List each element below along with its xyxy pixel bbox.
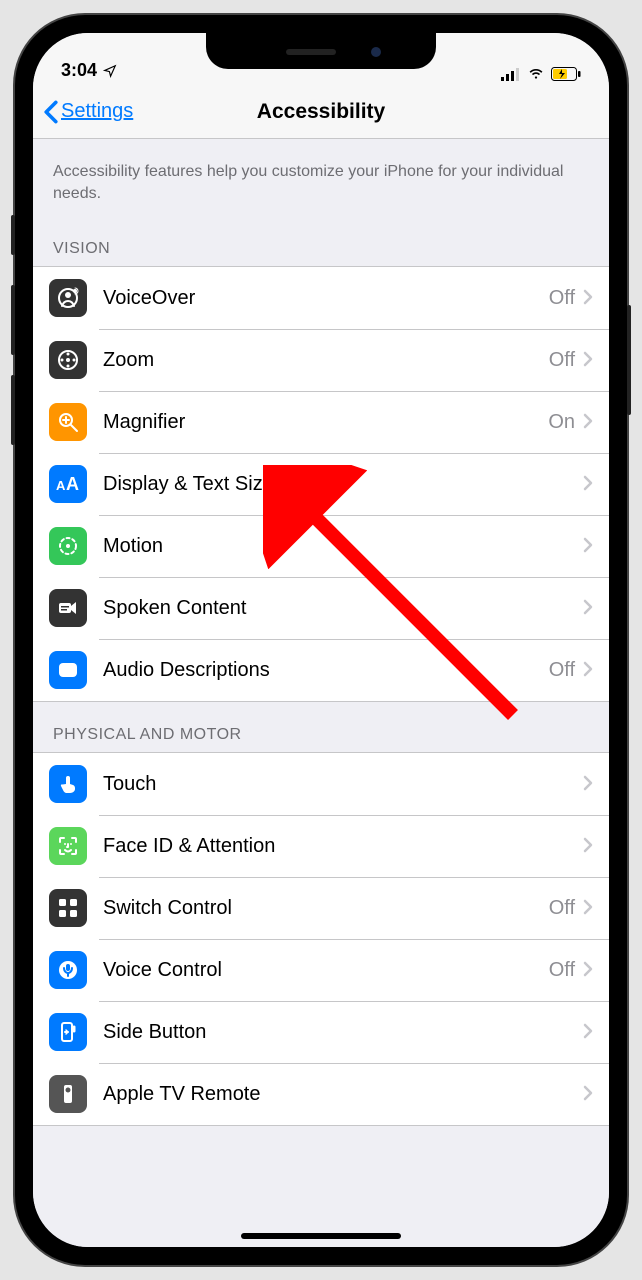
row-status: Off bbox=[549, 659, 575, 682]
row-label: Magnifier bbox=[103, 411, 548, 434]
notch bbox=[206, 33, 436, 69]
settings-row[interactable]: MagnifierOn bbox=[33, 391, 609, 453]
section-header: VISION bbox=[33, 216, 609, 266]
settings-row[interactable]: 99 Audio DescriptionsOff bbox=[33, 639, 609, 701]
chevron-right-icon bbox=[583, 470, 593, 498]
chevron-right-icon bbox=[583, 284, 593, 312]
svg-text:A: A bbox=[56, 478, 66, 493]
svg-text:99: 99 bbox=[62, 666, 72, 676]
chevron-right-icon bbox=[583, 894, 593, 922]
row-status: Off bbox=[549, 897, 575, 920]
settings-row[interactable]: Spoken Content bbox=[33, 577, 609, 639]
nav-bar: Settings Accessibility bbox=[33, 85, 609, 139]
row-label: VoiceOver bbox=[103, 287, 549, 310]
chevron-right-icon bbox=[583, 956, 593, 984]
switch-control-icon bbox=[49, 889, 87, 927]
motion-icon bbox=[49, 527, 87, 565]
tv-remote-icon bbox=[49, 1075, 87, 1113]
row-status: On bbox=[548, 411, 575, 434]
location-arrow-icon bbox=[103, 64, 117, 78]
row-label: Switch Control bbox=[103, 897, 549, 920]
row-label: Touch bbox=[103, 773, 583, 796]
row-status: Off bbox=[549, 959, 575, 982]
settings-row[interactable]: Face ID & Attention bbox=[33, 815, 609, 877]
chevron-right-icon bbox=[583, 532, 593, 560]
settings-row[interactable]: Apple TV Remote bbox=[33, 1063, 609, 1125]
settings-row[interactable]: Switch ControlOff bbox=[33, 877, 609, 939]
row-label: Spoken Content bbox=[103, 597, 583, 620]
row-status: Off bbox=[549, 349, 575, 372]
settings-row[interactable]: Motion bbox=[33, 515, 609, 577]
back-label: Settings bbox=[61, 100, 133, 123]
chevron-right-icon bbox=[583, 1080, 593, 1108]
home-indicator[interactable] bbox=[241, 1233, 401, 1239]
chevron-right-icon bbox=[583, 594, 593, 622]
chevron-right-icon bbox=[583, 656, 593, 684]
side-button bbox=[627, 305, 631, 415]
settings-row[interactable]: VoiceOverOff bbox=[33, 267, 609, 329]
chevron-right-icon bbox=[583, 1018, 593, 1046]
chevron-right-icon bbox=[583, 408, 593, 436]
status-time: 3:04 bbox=[61, 60, 97, 81]
row-label: Display & Text Size bbox=[103, 473, 583, 496]
chevron-right-icon bbox=[583, 832, 593, 860]
mute-switch bbox=[11, 215, 15, 255]
audio-desc-icon: 99 bbox=[49, 651, 87, 689]
svg-text:A: A bbox=[66, 474, 79, 494]
back-button[interactable]: Settings bbox=[33, 100, 133, 124]
settings-row[interactable]: AA Display & Text Size bbox=[33, 453, 609, 515]
settings-list: TouchFace ID & AttentionSwitch ControlOf… bbox=[33, 752, 609, 1126]
volume-up-button bbox=[11, 285, 15, 355]
row-label: Face ID & Attention bbox=[103, 835, 583, 858]
chevron-left-icon bbox=[43, 100, 59, 124]
row-label: Zoom bbox=[103, 349, 549, 372]
iphone-frame: 3:04 Settings Accessibility Accessibilit… bbox=[15, 15, 627, 1265]
zoom-icon bbox=[49, 341, 87, 379]
screen: 3:04 Settings Accessibility Accessibilit… bbox=[33, 33, 609, 1247]
settings-list: VoiceOverOffZoomOffMagnifierOnAADisplay … bbox=[33, 266, 609, 702]
volume-down-button bbox=[11, 375, 15, 445]
side-button-icon bbox=[49, 1013, 87, 1051]
spoken-content-icon bbox=[49, 589, 87, 627]
row-label: Side Button bbox=[103, 1021, 583, 1044]
settings-row[interactable]: ZoomOff bbox=[33, 329, 609, 391]
touch-icon bbox=[49, 765, 87, 803]
wifi-icon bbox=[527, 67, 545, 81]
section-header: PHYSICAL AND MOTOR bbox=[33, 702, 609, 752]
text-size-icon: AA bbox=[49, 465, 87, 503]
magnifier-icon bbox=[49, 403, 87, 441]
cellular-signal-icon bbox=[501, 67, 521, 81]
chevron-right-icon bbox=[583, 770, 593, 798]
row-status: Off bbox=[549, 287, 575, 310]
settings-row[interactable]: Voice ControlOff bbox=[33, 939, 609, 1001]
content-scroll[interactable]: Accessibility features help you customiz… bbox=[33, 139, 609, 1247]
voiceover-icon bbox=[49, 279, 87, 317]
row-label: Apple TV Remote bbox=[103, 1083, 583, 1106]
row-label: Motion bbox=[103, 535, 583, 558]
settings-row[interactable]: Touch bbox=[33, 753, 609, 815]
row-label: Voice Control bbox=[103, 959, 549, 982]
row-label: Audio Descriptions bbox=[103, 659, 549, 682]
chevron-right-icon bbox=[583, 346, 593, 374]
settings-row[interactable]: Side Button bbox=[33, 1001, 609, 1063]
battery-charging-icon bbox=[551, 67, 581, 81]
voice-control-icon bbox=[49, 951, 87, 989]
faceid-icon bbox=[49, 827, 87, 865]
page-description: Accessibility features help you customiz… bbox=[33, 139, 609, 216]
